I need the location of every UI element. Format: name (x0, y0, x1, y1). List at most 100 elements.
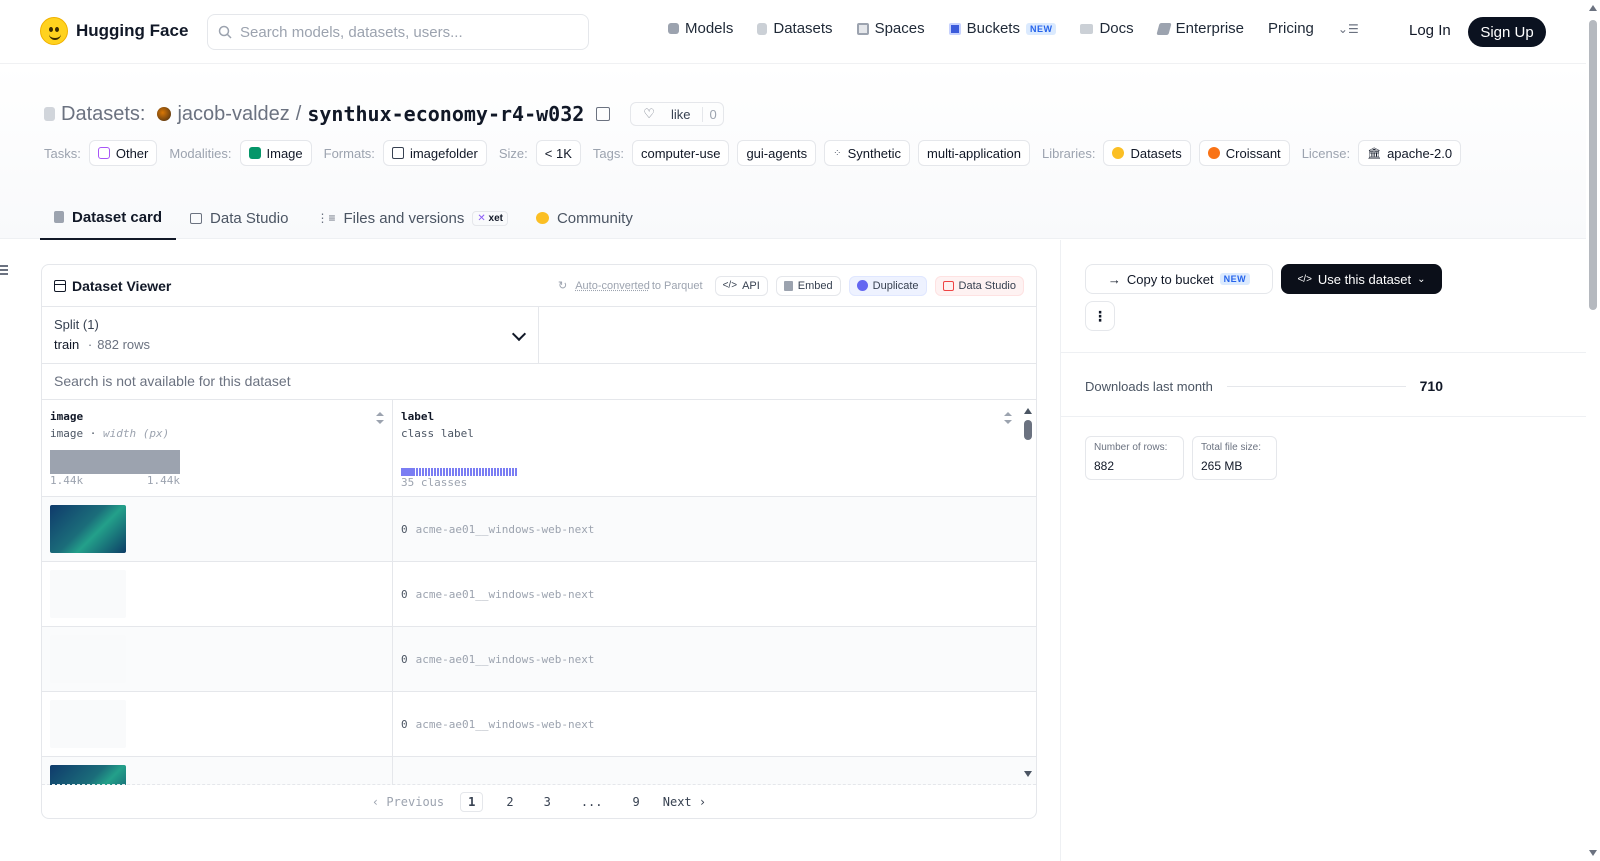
tag-gui-agents[interactable]: gui-agents (737, 140, 817, 166)
cube-icon (668, 23, 679, 34)
table-row[interactable]: 0 acme-ae01__windows-web-next (42, 497, 1036, 562)
more-menu-icon[interactable]: ⌄☰ (1338, 22, 1359, 36)
file-size-stat: Total file size: 265 MB (1192, 436, 1277, 480)
tag-multi-application[interactable]: multi-application (918, 140, 1030, 166)
signup-button[interactable]: Sign Up (1468, 17, 1546, 47)
tag-datasets-lib[interactable]: Datasets (1103, 140, 1191, 166)
sort-icon[interactable] (376, 412, 384, 424)
nav-docs[interactable]: Docs (1080, 20, 1134, 37)
duplicate-button[interactable]: Duplicate (848, 275, 927, 296)
scroll-thumb[interactable] (1024, 420, 1032, 440)
tag-imagefolder[interactable]: imagefolder (382, 140, 487, 166)
page-scrollbar[interactable] (1586, 0, 1600, 861)
search-input[interactable] (240, 23, 570, 41)
scroll-up-icon[interactable] (1589, 5, 1597, 11)
column-type-text: image (50, 427, 84, 440)
image-cell[interactable] (42, 757, 393, 785)
label-cell[interactable]: 0 acme-ae01__windows-web-next (393, 497, 1020, 561)
column-label[interactable]: label class label 35 classes (393, 400, 1020, 496)
table-row[interactable]: 0 acme-ae01__windows-web-next (42, 627, 1036, 692)
label-text: acme-ae01__windows-web-next (415, 522, 595, 536)
screenshot-thumbnail[interactable] (50, 765, 126, 785)
screenshot-thumbnail[interactable] (50, 700, 126, 748)
tag-size[interactable]: < 1K (535, 140, 581, 166)
nav-models[interactable]: Models (668, 20, 733, 37)
tag-other[interactable]: Other (88, 140, 158, 166)
auto-converted-link[interactable]: Auto-converted (575, 280, 650, 292)
tab-data-studio[interactable]: Data Studio (176, 196, 302, 240)
nav-datasets-label: Datasets (773, 20, 833, 37)
label-cell[interactable]: 0 acme-ae01__windows-web-next (393, 627, 1020, 691)
width-histogram[interactable] (50, 450, 180, 474)
label-cell[interactable]: 0 acme-ae01__windows-web-next (393, 692, 1020, 756)
tag-license[interactable]: 🏛 apache-2.0 (1358, 140, 1462, 166)
nav-spaces[interactable]: Spaces (856, 20, 925, 37)
data-studio-button[interactable]: Data Studio (934, 275, 1024, 296)
use-this-dataset-button[interactable]: </> Use this dataset ⌄ (1281, 264, 1442, 294)
nav-datasets[interactable]: Datasets (757, 20, 833, 37)
scroll-up-icon[interactable] (1024, 408, 1032, 414)
class-bar-segment (443, 468, 445, 476)
api-button[interactable]: </> API (714, 275, 768, 296)
tag-synthetic[interactable]: ⁘ Synthetic (824, 140, 911, 166)
label-text: acme-ae01__windows-web-next (415, 717, 595, 731)
page-2-button[interactable]: 2 (499, 793, 520, 811)
class-bar-segment (491, 468, 493, 476)
class-bar-segment (470, 468, 472, 476)
image-cell[interactable] (42, 562, 393, 626)
screenshot-thumbnail[interactable] (50, 635, 126, 683)
nav-enterprise[interactable]: Enterprise (1156, 20, 1244, 37)
screenshot-thumbnail[interactable] (50, 570, 126, 618)
more-options-button[interactable]: ⋮ (1085, 301, 1115, 331)
image-cell[interactable] (42, 692, 393, 756)
tag-computer-use[interactable]: computer-use (631, 140, 730, 166)
scroll-thumb[interactable] (1589, 20, 1597, 310)
copy-to-bucket-button[interactable]: → Copy to bucket NEW (1085, 264, 1273, 294)
dataset-card-icon (54, 211, 64, 223)
image-cell[interactable] (42, 627, 393, 691)
page-1-button[interactable]: 1 (460, 791, 484, 812)
class-bar-segment (437, 468, 439, 476)
sidebar-toggle-icon[interactable] (0, 265, 8, 277)
previous-page-button[interactable]: ‹ Previous (372, 795, 444, 809)
tab-files-and-versions[interactable]: ⋮≡ Files and versions ✕ xet (302, 196, 522, 240)
sort-icon[interactable] (1004, 412, 1012, 424)
table-row[interactable]: 0 acme-ae01__windows-web-next (42, 562, 1036, 627)
next-page-button[interactable]: Next › (663, 795, 706, 809)
column-image[interactable]: image image · width (px) 1.44k 1.44k (42, 400, 393, 496)
repo-name[interactable]: synthux-economy-r4-w032 (307, 102, 584, 126)
dataset-header: Datasets: jacob-valdez / synthux-economy… (0, 64, 1586, 240)
chip-label: Image (266, 145, 303, 161)
table-row[interactable] (42, 757, 1036, 785)
tab-community[interactable]: Community (522, 196, 647, 240)
class-distribution-bar[interactable] (401, 468, 1012, 476)
grid-icon (856, 22, 869, 35)
scroll-down-icon[interactable] (1589, 850, 1597, 856)
table-scrollbar[interactable] (1022, 400, 1034, 785)
nav-pricing[interactable]: Pricing (1268, 20, 1314, 37)
tag-image[interactable]: Image (239, 140, 312, 166)
tag-croissant[interactable]: Croissant (1198, 140, 1290, 166)
logo[interactable]: Hugging Face (40, 17, 188, 45)
class-bar-segment (488, 468, 490, 476)
table-row[interactable]: 0 acme-ae01__windows-web-next (42, 692, 1036, 757)
class-bar-segment (482, 468, 484, 476)
search-box[interactable] (207, 14, 589, 50)
chip-label: < 1K (544, 145, 572, 161)
copy-icon[interactable] (596, 107, 611, 121)
embed-button[interactable]: Embed (775, 275, 841, 296)
label-cell[interactable] (393, 757, 1020, 785)
split-selector[interactable]: Split (1) train · 882 rows (42, 307, 539, 363)
like-button[interactable]: ♡ like 0 (630, 102, 724, 126)
owner-link[interactable]: jacob-valdez (177, 103, 289, 126)
page-3-button[interactable]: 3 (537, 793, 558, 811)
book-icon (1080, 23, 1094, 34)
nav-buckets[interactable]: Buckets NEW (948, 20, 1057, 37)
screenshot-thumbnail[interactable] (50, 505, 126, 553)
login-link[interactable]: Log In (1409, 22, 1451, 39)
image-cell[interactable] (42, 497, 393, 561)
page-9-button[interactable]: 9 (626, 793, 647, 811)
scroll-down-icon[interactable] (1024, 771, 1032, 777)
label-cell[interactable]: 0 acme-ae01__windows-web-next (393, 562, 1020, 626)
tab-dataset-card[interactable]: Dataset card (40, 196, 177, 240)
